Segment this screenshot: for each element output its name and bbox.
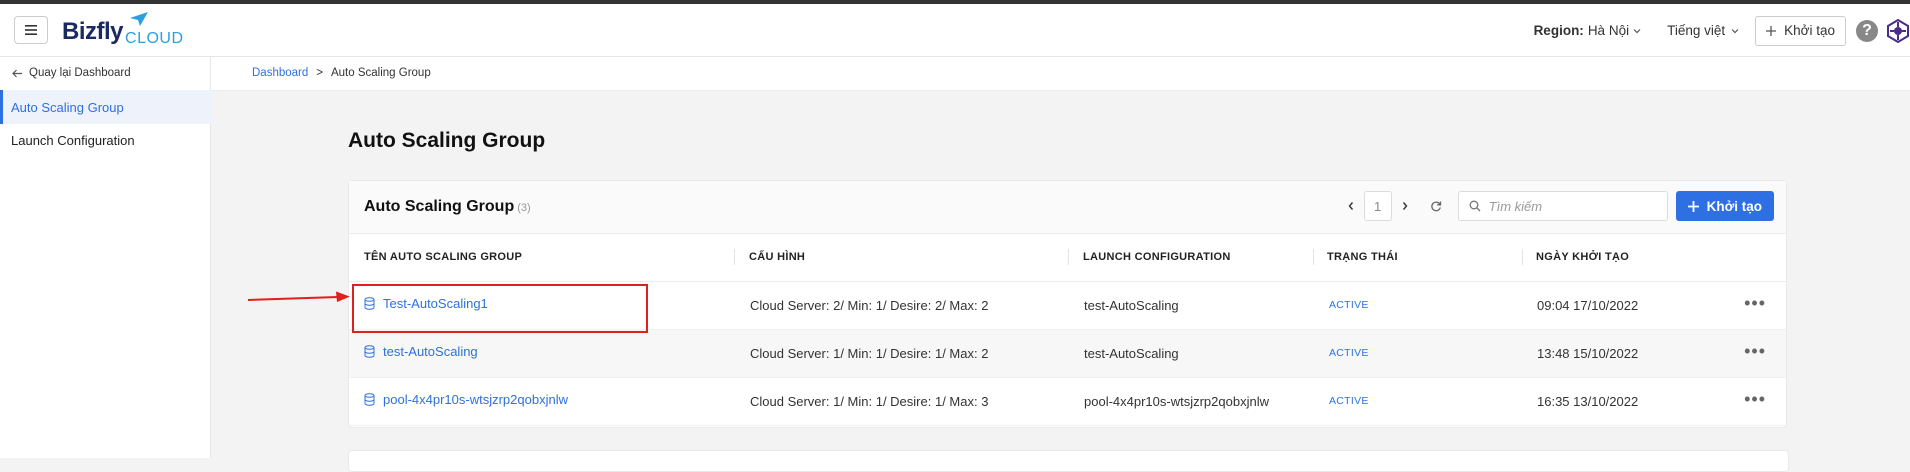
config-cell: Cloud Server: 2/ Min: 1/ Desire: 2/ Max:… [750,298,989,313]
column-header-name[interactable]: TÊN AUTO SCALING GROUP [364,251,522,263]
sidebar-item-label: Launch Configuration [11,132,135,148]
region-selector[interactable]: Region: Hà Nội [1534,23,1642,38]
region-label: Region: [1533,23,1584,38]
chevron-left-icon [1348,202,1353,210]
launch-config-cell: pool-4x4pr10s-wtsjzrp2qobxjnlw [1084,394,1269,409]
region-value: Hà Nội [1587,23,1630,38]
created-date-cell: 16:35 13/10/2022 [1537,394,1639,409]
column-divider [734,249,735,265]
launch-config-cell: test-AutoScaling [1084,298,1179,313]
create-asg-button[interactable]: Khởi tạo [1675,191,1774,221]
chevron-down-icon [1633,28,1641,33]
table-row[interactable]: test-AutoScaling Cloud Server: 1/ Min: 1… [349,330,1786,378]
asg-name-text: pool-4x4pr10s-wtsjzrp2qobxjnlw [383,392,568,407]
status-badge: ACTIVE [1329,395,1369,407]
table-row[interactable]: pool-4x4pr10s-wtsjzrp2qobxjnlw Cloud Ser… [349,378,1786,426]
breadcrumb-dashboard-link[interactable]: Dashboard [252,67,308,79]
card-title: Auto Scaling Group (3) [364,198,531,216]
card-title-text: Auto Scaling Group [364,198,515,215]
header-create-button[interactable]: Khởi tạo [1755,15,1846,46]
breadcrumb: Dashboard > Auto Scaling Group [252,67,431,79]
logo-main-text: Bizfly [62,18,124,45]
sidebar-item-launch-configuration[interactable]: Launch Configuration [0,123,211,157]
annotation-highlight-box [352,284,648,333]
created-date-cell: 09:04 17/10/2022 [1537,298,1639,313]
chevron-right-icon [1402,202,1408,210]
column-header-config[interactable]: CẤU HÌNH [749,251,805,263]
arrow-left-icon [12,69,22,77]
header-create-label: Khởi tạo [1784,23,1835,38]
annotation-arrow-icon [248,291,350,302]
logo-sub-text: CLOUD [125,30,184,47]
column-divider [1522,249,1523,265]
prev-page-button[interactable] [1338,191,1364,221]
column-divider [1313,249,1314,265]
menu-icon [25,25,37,35]
config-cell: Cloud Server: 1/ Min: 1/ Desire: 1/ Max:… [750,394,989,409]
card-header: Auto Scaling Group(3) 1 Khởi [349,181,1786,234]
asg-name-link[interactable]: test-AutoScaling [364,344,478,359]
column-header-launch-config[interactable]: LAUNCH CONFIGURATION [1083,251,1231,263]
more-icon[interactable]: ••• [1744,341,1766,362]
search-icon [1469,200,1481,212]
table-header: TÊN AUTO SCALING GROUP CẤU HÌNH LAUNCH C… [349,233,1786,282]
chevron-down-icon [1731,28,1739,33]
lower-card [348,450,1789,472]
breadcrumb-bar: Dashboard > Auto Scaling Group [211,57,1910,91]
top-header: Bizfly CLOUD Region: Hà Nội Tiếng việt K… [0,4,1910,57]
next-page-button[interactable] [1392,191,1418,221]
status-badge: ACTIVE [1329,299,1369,311]
search-box [1457,191,1668,221]
create-button-label: Khởi tạo [1706,198,1762,214]
sidebar: Quay lại Dashboard Auto Scaling Group La… [0,57,211,458]
plus-icon [1687,200,1699,212]
language-selector[interactable]: Tiếng việt [1667,23,1739,38]
brand-logo[interactable]: Bizfly CLOUD [62,12,184,47]
created-date-cell: 13:48 15/10/2022 [1537,346,1639,361]
column-header-status[interactable]: TRẠNG THÁI [1327,251,1398,263]
asg-name-link[interactable]: pool-4x4pr10s-wtsjzrp2qobxjnlw [364,392,568,407]
more-icon[interactable]: ••• [1744,389,1766,410]
plus-icon [1766,25,1777,36]
sidebar-item-label: Auto Scaling Group [11,99,124,115]
page-title: Auto Scaling Group [348,129,546,152]
column-divider [1068,249,1069,265]
config-cell: Cloud Server: 1/ Min: 1/ Desire: 1/ Max:… [750,346,989,361]
plane-icon [130,12,148,26]
breadcrumb-current: Auto Scaling Group [330,67,431,79]
search-input[interactable] [1486,197,1651,215]
menu-button[interactable] [14,16,48,44]
column-header-created-date[interactable]: NGÀY KHỞI TẠO [1536,251,1629,263]
launch-config-cell: test-AutoScaling [1084,346,1179,361]
settings-hex-icon[interactable] [1886,18,1910,43]
database-icon [364,345,375,358]
sidebar-item-auto-scaling-group[interactable]: Auto Scaling Group [0,90,211,124]
page-number[interactable]: 1 [1363,191,1392,221]
asg-name-text: test-AutoScaling [383,344,478,359]
help-icon[interactable]: ? [1856,19,1878,42]
back-label: Quay lại Dashboard [29,67,131,79]
back-to-dashboard-link[interactable]: Quay lại Dashboard [12,67,131,79]
more-icon[interactable]: ••• [1744,293,1766,314]
database-icon [364,393,375,406]
refresh-button[interactable] [1422,191,1450,221]
breadcrumb-separator: > [316,67,323,79]
status-badge: ACTIVE [1329,347,1369,359]
refresh-icon [1430,201,1441,212]
item-count: (3) [517,202,531,214]
language-value: Tiếng việt [1667,23,1726,38]
